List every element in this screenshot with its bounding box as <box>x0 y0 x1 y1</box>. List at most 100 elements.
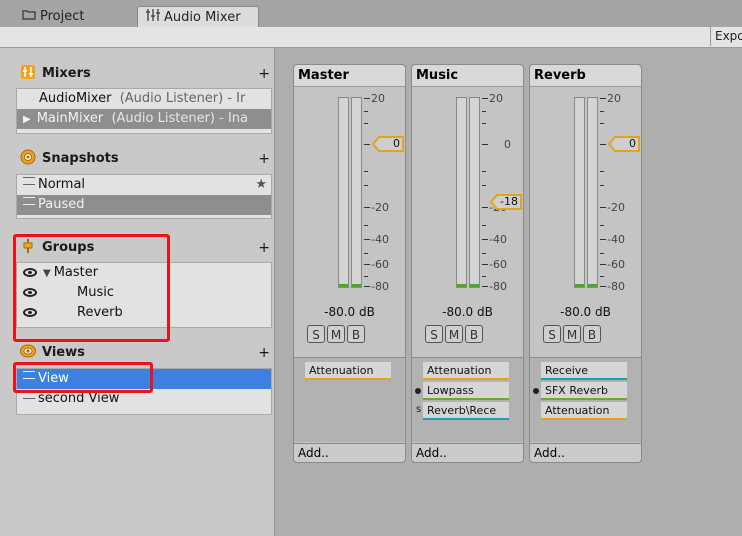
minor-tick <box>482 111 486 112</box>
volume-fader-handle[interactable]: -18 <box>489 194 522 210</box>
minor-tick <box>364 171 368 172</box>
scale-tick <box>600 144 606 145</box>
solo-mute-bypass-group: SMB <box>425 324 485 343</box>
bypass-button[interactable]: B <box>465 325 483 343</box>
add-effect-button[interactable]: Add.. <box>530 443 641 462</box>
mixers-header: Mixers + <box>20 63 272 85</box>
scale-tick <box>482 207 488 208</box>
minor-tick <box>482 185 486 186</box>
mixer-name: MainMixer <box>36 111 104 126</box>
drag-handle-icon[interactable] <box>23 197 35 205</box>
snapshot-item-paused[interactable]: Paused <box>17 195 271 215</box>
minor-tick <box>600 225 604 226</box>
snapshot-name: Paused <box>38 197 85 212</box>
effect-slot[interactable]: Attenuation <box>423 362 509 380</box>
mixers-title: Mixers <box>42 66 91 81</box>
scale-tick <box>600 286 606 287</box>
solo-button[interactable]: S <box>543 325 561 343</box>
minor-tick <box>600 111 604 112</box>
add-effect-button[interactable]: Add.. <box>294 443 405 462</box>
scale-tick <box>482 286 488 287</box>
bypass-button[interactable]: B <box>347 325 365 343</box>
view-name: second View <box>38 391 120 406</box>
bypass-button[interactable]: B <box>583 325 601 343</box>
scale-label: 20 <box>607 92 621 105</box>
effect-slot[interactable]: Lowpass <box>423 382 509 400</box>
scale-tick <box>364 264 370 265</box>
meter-base-bar <box>457 284 466 287</box>
add-group-button[interactable]: + <box>258 237 270 259</box>
scale-label: -60 <box>489 258 507 271</box>
strip-title[interactable]: Reverb <box>530 65 641 87</box>
scale-tick <box>482 264 488 265</box>
channel-strip-reverb: Reverb 20 -20 -40 -60 -80 0 -80.0 dB S M B Receive S… <box>529 64 642 463</box>
add-view-button[interactable]: + <box>258 342 270 364</box>
minor-tick <box>364 111 368 112</box>
camera-aperture-icon <box>20 149 36 165</box>
export-button[interactable]: Expo <box>710 27 742 46</box>
volume-fader-handle[interactable]: 0 <box>371 136 404 152</box>
channel-strip-master: Master 20 -20 -40 -60 -80 0 -80.0 dB S M B Attenuat… <box>293 64 406 463</box>
snapshot-name: Normal <box>38 177 86 192</box>
scale-tick <box>482 98 488 99</box>
triangle-right-icon[interactable]: ▶ <box>23 114 31 125</box>
mixer-item-audiomixer[interactable]: AudioMixer (Audio Listener) - Ir <box>17 89 271 109</box>
effect-slot[interactable]: Receive <box>541 362 627 380</box>
add-snapshot-button[interactable]: + <box>258 148 270 170</box>
meter-base-bar <box>470 284 479 287</box>
scale-tick <box>364 144 370 145</box>
add-effect-button[interactable]: Add.. <box>412 443 523 462</box>
level-meter-left <box>338 97 349 288</box>
level-meter-left <box>574 97 585 288</box>
strip-title[interactable]: Music <box>412 65 523 87</box>
mixer-item-mainmixer[interactable]: ▶ MainMixer (Audio Listener) - Ina <box>17 109 271 129</box>
scale-label: -80 <box>607 280 625 293</box>
minor-tick <box>600 123 604 124</box>
mute-button[interactable]: M <box>563 325 581 343</box>
effects-list: Receive SFX Reverb Attenuation <box>530 357 641 442</box>
solo-mute-bypass-group: SMB <box>543 324 603 343</box>
snapshot-item-normal[interactable]: Normal ★ <box>17 175 271 195</box>
minor-tick <box>600 185 604 186</box>
minor-tick <box>364 225 368 226</box>
scale-tick <box>364 239 370 240</box>
volume-fader-handle[interactable]: 0 <box>607 136 640 152</box>
level-meter-left <box>456 97 467 288</box>
effect-slot[interactable]: Attenuation <box>541 402 627 420</box>
scale-label: -20 <box>607 201 625 214</box>
mute-button[interactable]: M <box>327 325 345 343</box>
groups-highlight-box <box>13 234 170 342</box>
effect-wet-dot-icon <box>533 388 539 394</box>
minor-tick <box>482 225 486 226</box>
scale-tick <box>364 98 370 99</box>
level-db-readout: -80.0 dB <box>324 305 375 319</box>
effect-slot[interactable]: SFX Reverb <box>541 382 627 400</box>
snapshots-title: Snapshots <box>42 151 119 166</box>
strip-title[interactable]: Master <box>294 65 405 87</box>
solo-button[interactable]: S <box>307 325 325 343</box>
mute-button[interactable]: M <box>445 325 463 343</box>
scale-tick <box>600 207 606 208</box>
level-db-readout: -80.0 dB <box>442 305 493 319</box>
send-marker: s <box>416 404 422 415</box>
effect-slot[interactable]: Reverb\Rece <box>423 402 509 420</box>
tab-project[interactable]: Project <box>8 6 128 27</box>
tab-audio-mixer[interactable]: Audio Mixer <box>137 6 259 27</box>
mixers-list: AudioMixer (Audio Listener) - Ir ▶ MainMi… <box>16 88 272 134</box>
tab-audio-mixer-label: Audio Mixer <box>164 10 241 25</box>
star-icon[interactable]: ★ <box>255 175 267 195</box>
minor-tick <box>482 253 486 254</box>
level-meter-right <box>351 97 362 288</box>
scale-label: -60 <box>607 258 625 271</box>
scale-label: -80 <box>489 280 507 293</box>
minor-tick <box>482 276 486 277</box>
effect-slot[interactable]: Attenuation <box>305 362 391 380</box>
level-meter-right <box>469 97 480 288</box>
scale-label: 20 <box>489 92 503 105</box>
scale-label: -60 <box>371 258 389 271</box>
tab-bar: Project Audio Mixer <box>0 0 742 28</box>
level-meter-right <box>587 97 598 288</box>
drag-handle-icon[interactable] <box>23 177 35 185</box>
solo-button[interactable]: S <box>425 325 443 343</box>
add-mixer-button[interactable]: + <box>258 63 270 85</box>
